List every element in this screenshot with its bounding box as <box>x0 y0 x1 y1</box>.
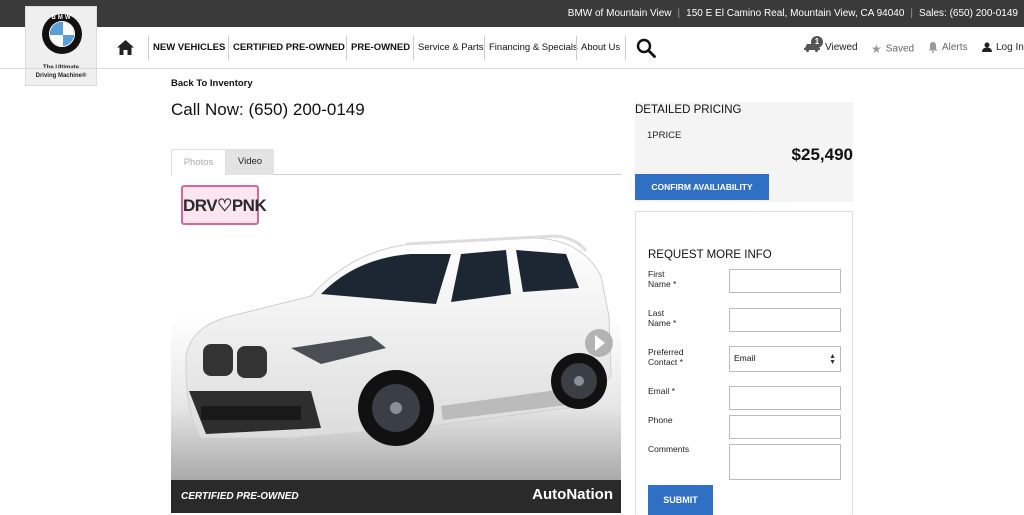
tab-photos[interactable]: Photos <box>171 149 226 175</box>
license-plate-text: DRV♡PNK <box>183 196 267 215</box>
phone-label: Phone <box>648 415 673 425</box>
form-title: REQUEST MORE INFO <box>648 249 772 261</box>
price-value: $25,490 <box>791 145 853 164</box>
back-to-inventory-link[interactable]: Back To Inventory <box>171 78 253 89</box>
login-link[interactable]: Log In <box>982 42 1024 53</box>
first-name-label: First Name * <box>648 269 677 289</box>
car-icon <box>804 44 820 53</box>
email-input[interactable] <box>729 386 841 410</box>
user-icon <box>982 42 992 53</box>
comments-label: Comments <box>648 444 690 454</box>
saved-link[interactable]: ★ Saved <box>871 42 914 56</box>
pricing-title: DETAILED PRICING <box>635 104 742 116</box>
email-label: Email * <box>648 386 675 396</box>
license-plate-frame: DRV♡PNK <box>181 185 267 225</box>
phone-input[interactable] <box>729 415 841 439</box>
preferred-contact-label: Preferred Contact * <box>648 347 684 367</box>
dealer-info: BMW of Mountain View | 150 E El Camino Rea… <box>567 8 1018 19</box>
confirm-availability-button[interactable]: CONFIRM AVAILIABILITY <box>635 174 769 200</box>
nav-financing-specials[interactable]: Financing & Specials <box>484 36 578 60</box>
nav-new-vehicles[interactable]: NEW VEHICLES <box>148 36 225 60</box>
pricing-panel: DETAILED PRICING 1PRICE $25,490 CONFIRM … <box>635 102 853 202</box>
dealer-address[interactable]: 150 E El Camino Real, Mountain View, CA … <box>686 8 904 19</box>
home-icon[interactable] <box>117 40 134 55</box>
price-label: 1PRICE <box>647 130 682 141</box>
tab-video[interactable]: Video <box>226 149 274 175</box>
viewed-link[interactable]: Viewed <box>803 42 858 53</box>
vehicle-photo[interactable]: DRV♡PNK CERTIFIED PRE-OWNED AutoNation <box>171 176 621 513</box>
media-tabs: Photos Video <box>171 149 621 175</box>
call-now-heading[interactable]: Call Now: (650) 200-0149 <box>171 100 365 120</box>
preferred-contact-value: Email <box>734 353 756 363</box>
bell-icon <box>928 42 938 53</box>
last-name-label: Last Name * <box>648 308 677 328</box>
search-icon[interactable] <box>636 38 656 58</box>
autonation-logo: AutoNation <box>532 486 613 503</box>
nav-about-us[interactable]: About Us <box>576 36 627 60</box>
sales-phone[interactable]: Sales: (650) 200-0149 <box>919 8 1018 19</box>
top-info-bar: BMW of Mountain View | 150 E El Camino Rea… <box>0 0 1024 27</box>
nav-service-parts[interactable]: Service & Parts <box>413 36 483 60</box>
star-icon: ★ <box>871 42 882 56</box>
photo-caption-bar: CERTIFIED PRE-OWNED AutoNation <box>171 480 621 513</box>
first-name-input[interactable] <box>729 269 841 293</box>
comments-textarea[interactable] <box>729 444 841 480</box>
last-name-input[interactable] <box>729 308 841 332</box>
nav-pre-owned[interactable]: PRE-OWNED <box>346 36 410 60</box>
dealer-name[interactable]: BMW of Mountain View <box>568 8 672 19</box>
preferred-contact-select[interactable]: Email ▲ ▼ <box>729 346 841 372</box>
request-info-form: REQUEST MORE INFO First Name * Last Name *… <box>635 211 853 515</box>
vehicle-image <box>171 234 621 481</box>
nav-certified-pre-owned[interactable]: CERTIFIED PRE-OWNED <box>228 36 345 60</box>
alerts-link[interactable]: Alerts <box>928 42 968 53</box>
select-arrows-icon: ▲ ▼ <box>829 353 836 366</box>
certified-pre-owned-label: CERTIFIED PRE-OWNED <box>181 491 299 502</box>
main-nav: NEW VEHICLES CERTIFIED PRE-OWNED PRE-OWN… <box>0 27 1024 69</box>
submit-button[interactable]: SUBMIT <box>648 485 713 515</box>
